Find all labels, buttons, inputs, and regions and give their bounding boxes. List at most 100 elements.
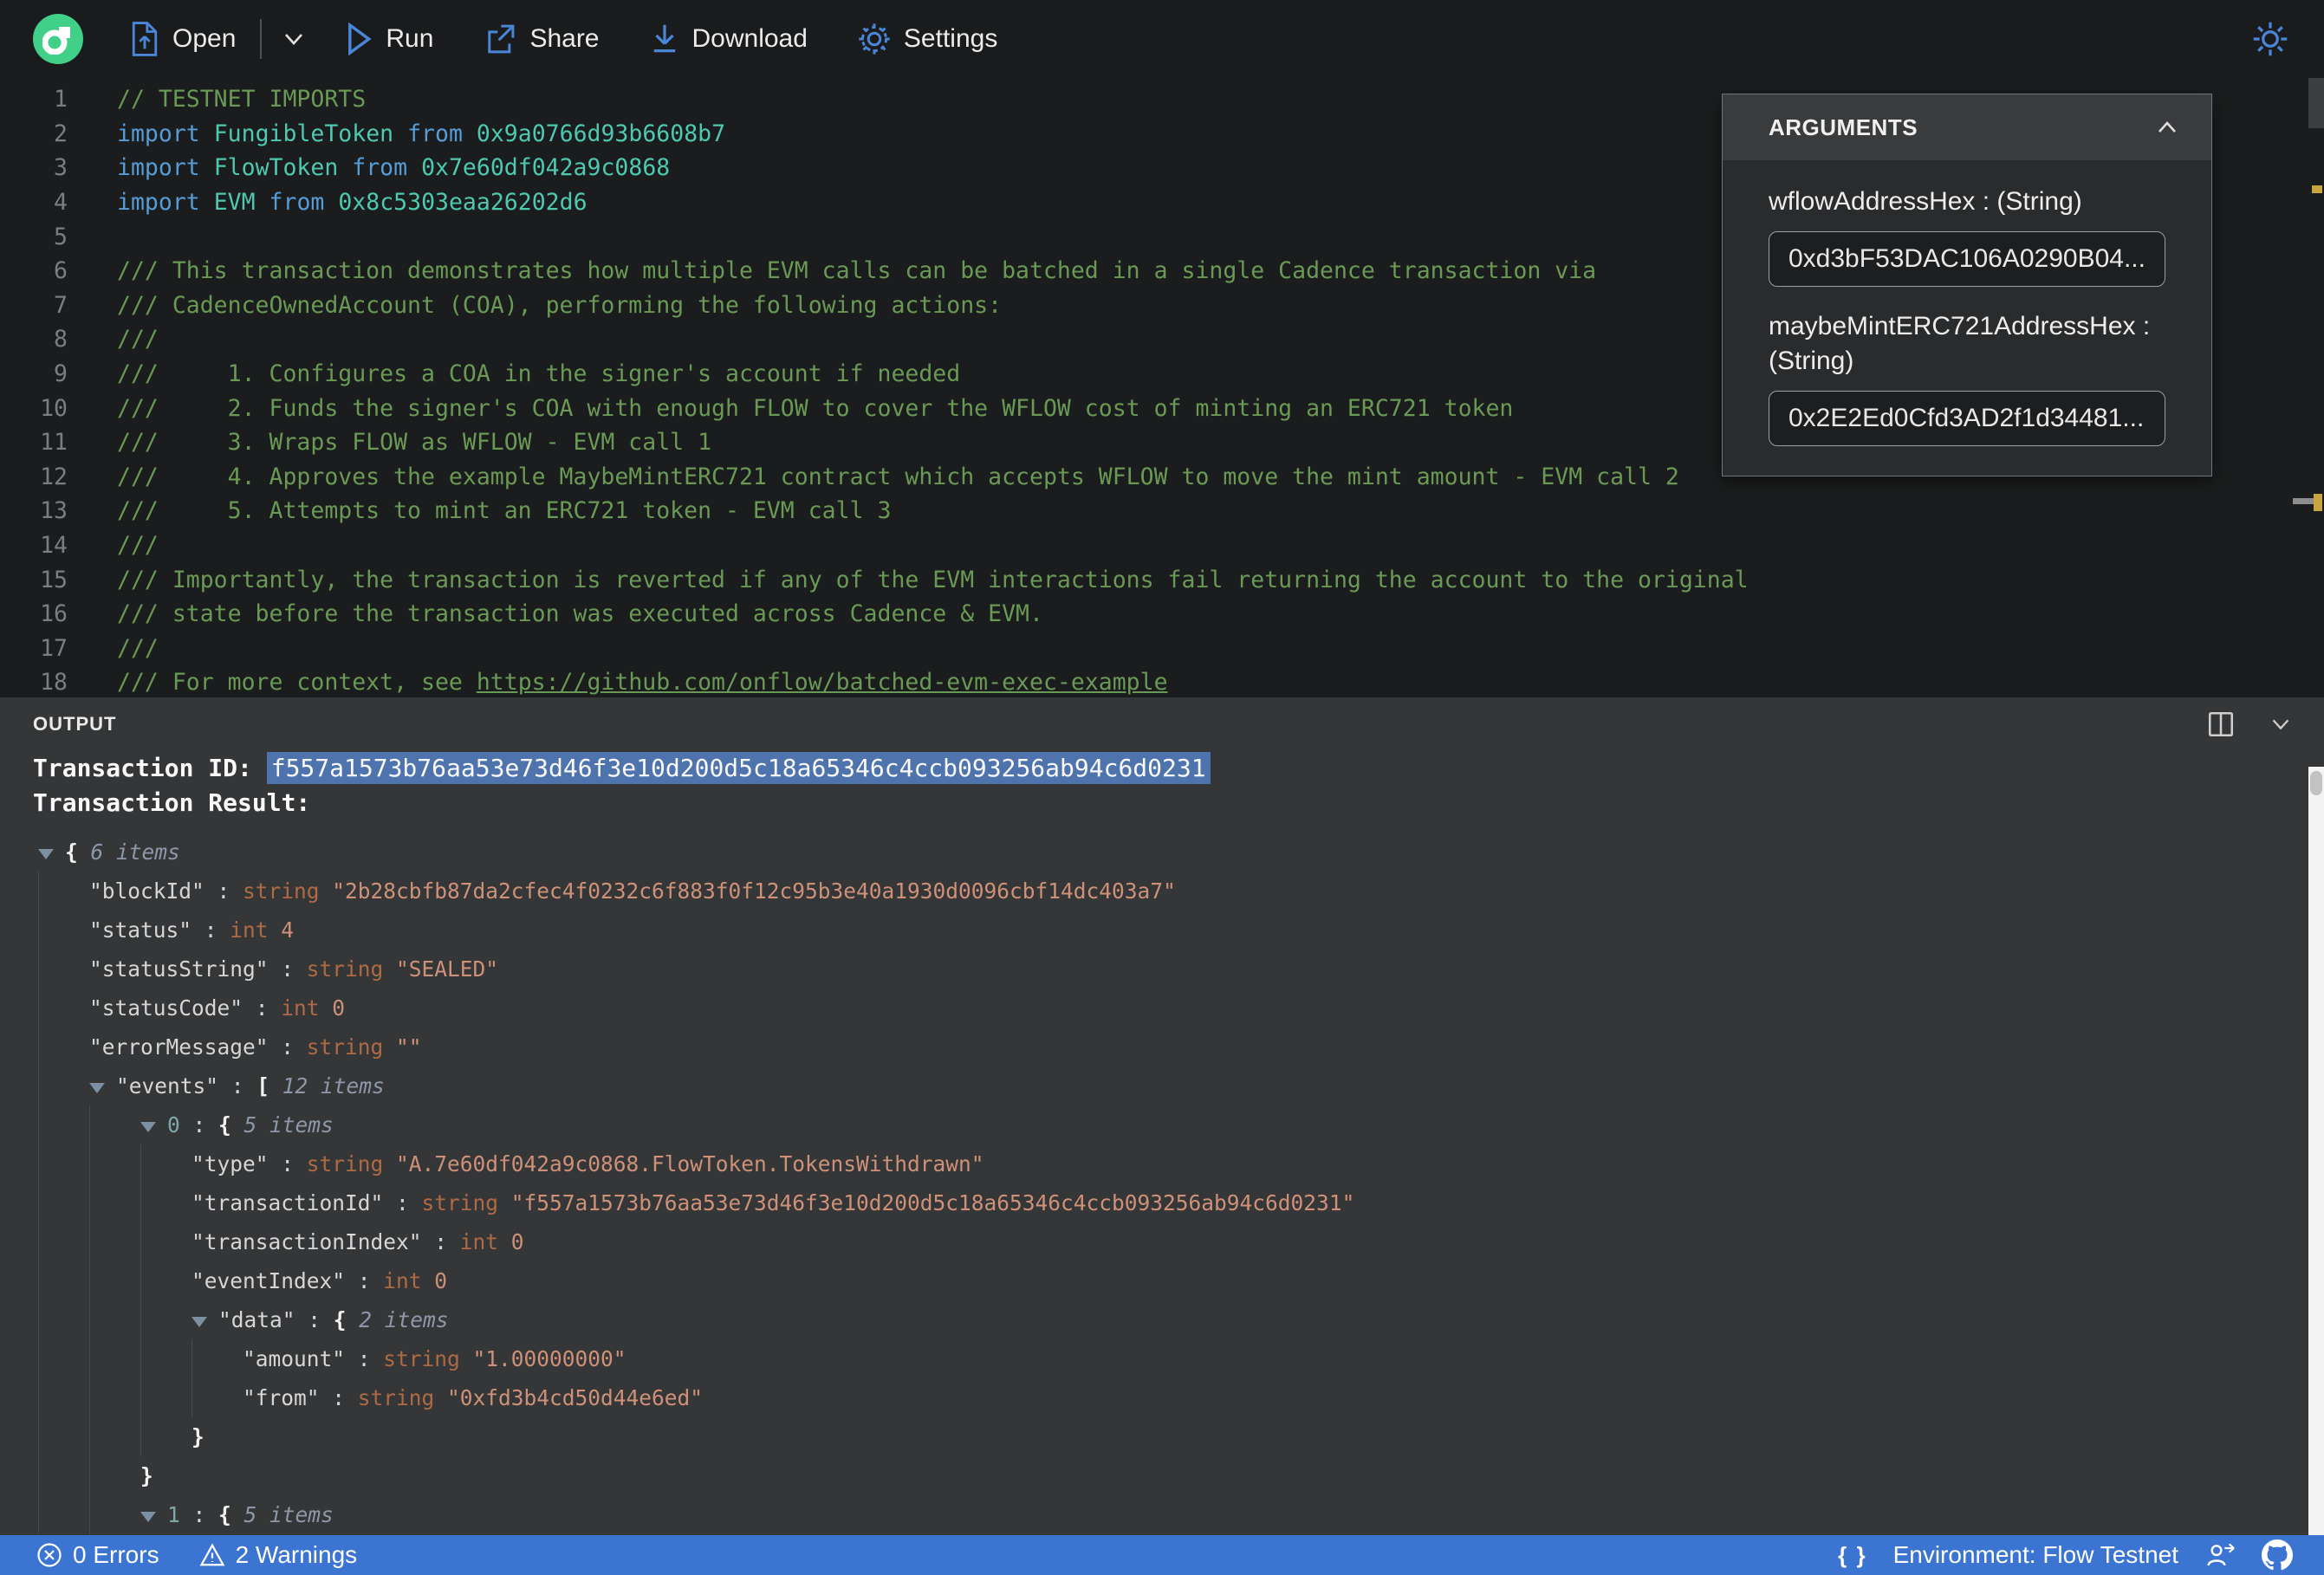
line-number: 14 <box>40 532 68 560</box>
token: /// This transaction demonstrates how mu… <box>117 257 1597 285</box>
feedback-person-icon[interactable] <box>2204 1541 2236 1569</box>
indent-guide <box>89 1261 140 1300</box>
share-icon <box>488 24 515 54</box>
token: 0 <box>332 995 346 1021</box>
json-row: "eventIndex" : int 0 <box>0 1261 2324 1300</box>
code-line[interactable]: 13 /// 5. Attempts to mint an ERC721 toke… <box>0 494 2324 528</box>
share-label: Share <box>529 24 600 53</box>
indent-guide <box>89 1339 140 1378</box>
token: "SEALED" <box>396 956 499 982</box>
indent-guide <box>140 1183 192 1222</box>
split-panel-icon[interactable] <box>2206 710 2236 739</box>
open-file-icon <box>132 22 158 56</box>
token: "transactionIndex" <box>192 1229 422 1254</box>
indent-guide <box>38 1495 89 1534</box>
argument-label: wflowAddressHex : (String) <box>1769 187 2082 216</box>
indent-guide <box>38 1261 89 1300</box>
chevron-up-icon[interactable] <box>2154 120 2180 135</box>
token: 2 items <box>359 1307 449 1332</box>
indent-guide <box>89 1417 140 1456</box>
error-circle-icon <box>37 1543 62 1567</box>
indent-guide <box>140 1261 192 1300</box>
collapse-triangle-icon[interactable] <box>192 1316 207 1327</box>
environment-label[interactable]: Environment: Flow Testnet <box>1893 1541 2178 1569</box>
json-row: 1 : { 5 items <box>0 1495 2324 1534</box>
output-scrollbar-thumb[interactable] <box>2310 771 2322 795</box>
token: int <box>459 1229 511 1254</box>
indent-guide <box>89 1456 140 1495</box>
open-dropdown-button[interactable] <box>281 30 307 48</box>
token: "amount" <box>243 1346 346 1371</box>
token: string <box>306 1151 397 1176</box>
warnings-status[interactable]: 2 Warnings <box>199 1541 358 1569</box>
flow-playground-logo[interactable] <box>33 14 83 64</box>
editor-scrollbar-thumb[interactable] <box>2308 78 2324 128</box>
indent-guide <box>38 1222 89 1261</box>
token: string <box>357 1385 448 1410</box>
flow-logo-icon <box>42 27 70 55</box>
json-row: "errorMessage" : string "" <box>0 1027 2324 1066</box>
token: int <box>281 995 333 1021</box>
output-scrollbar-track[interactable] <box>2308 767 2324 1535</box>
code-line[interactable]: 14 /// <box>0 528 2324 563</box>
open-button[interactable]: Open <box>130 22 236 56</box>
token: 6 items <box>90 839 180 865</box>
code-line[interactable]: 15 /// Importantly, the transaction is re… <box>0 562 2324 597</box>
token: "statusString" <box>89 956 269 982</box>
token: { <box>65 839 91 865</box>
json-result-tree: { 6 items "blockId" : string "2b28cbfb87d… <box>0 833 2324 1534</box>
download-button[interactable]: Download <box>650 23 808 55</box>
code-line[interactable]: 17 /// <box>0 632 2324 666</box>
indent-guide <box>89 1300 140 1339</box>
code-line[interactable]: 16 /// state before the transaction was e… <box>0 597 2324 632</box>
token: string <box>306 956 397 982</box>
token: from <box>407 120 463 147</box>
transaction-result-label: Transaction Result: <box>33 788 311 817</box>
settings-button[interactable]: Settings <box>858 23 997 55</box>
output-panel: OUTPUT Transaction ID: f557a1573b76aa53e… <box>0 697 2324 1535</box>
indent-guide <box>140 1300 192 1339</box>
share-button[interactable]: Share <box>484 23 600 55</box>
open-label: Open <box>172 24 237 53</box>
indent-guide <box>38 1105 89 1144</box>
indent-guide <box>38 1339 89 1378</box>
line-number: 11 <box>40 429 68 457</box>
warnings-count: 2 Warnings <box>235 1541 358 1568</box>
collapse-triangle-icon[interactable] <box>89 1082 105 1093</box>
line-number: 15 <box>40 566 68 593</box>
indent-guide <box>38 872 89 911</box>
ruler-position-mark <box>2293 498 2314 504</box>
errors-count: 0 Errors <box>73 1541 159 1568</box>
token: from <box>269 189 325 217</box>
line-number: 3 <box>54 154 68 182</box>
arguments-panel-header[interactable]: ARGUMENTS <box>1723 94 2211 160</box>
token: "errorMessage" <box>89 1034 269 1060</box>
argument-input-wflow[interactable] <box>1769 231 2165 287</box>
github-icon[interactable] <box>2262 1539 2293 1571</box>
errors-status[interactable]: 0 Errors <box>36 1541 159 1569</box>
argument-input-maybemint[interactable] <box>1769 391 2165 446</box>
code-line[interactable]: 18 /// For more context, see https://gith… <box>0 665 2324 697</box>
indent-guide <box>38 1027 89 1066</box>
output-header: OUTPUT <box>0 697 2324 751</box>
collapse-triangle-icon[interactable] <box>140 1121 156 1132</box>
line-number: 4 <box>54 189 68 217</box>
token: string <box>243 878 333 904</box>
token: : <box>268 1034 307 1060</box>
run-button[interactable]: Run <box>345 23 433 55</box>
token: /// For more context, see <box>117 669 477 697</box>
token: "events" <box>116 1073 219 1099</box>
json-row: "from" : string "0xfd3b4cd50d44e6ed" <box>0 1378 2324 1417</box>
collapse-triangle-icon[interactable] <box>38 848 54 859</box>
indent-guide <box>140 1378 192 1417</box>
token: "type" <box>192 1151 269 1176</box>
token: string <box>306 1034 397 1060</box>
token: : <box>179 1112 219 1138</box>
theme-toggle-button[interactable] <box>2251 20 2289 58</box>
collapse-output-chevron-icon[interactable] <box>2269 716 2293 732</box>
token: 1 <box>167 1502 180 1527</box>
token: https://github.com/onflow/batched-evm-ex… <box>476 669 1168 697</box>
line-number: 5 <box>54 223 68 250</box>
collapse-triangle-icon[interactable] <box>140 1511 156 1522</box>
